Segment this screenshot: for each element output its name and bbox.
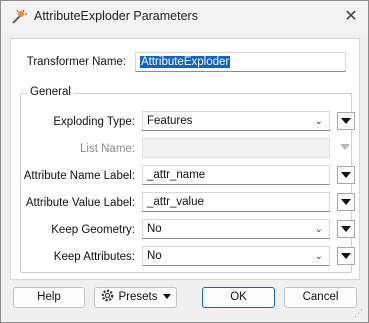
keep-geometry-label: Keep Geometry: <box>51 224 135 236</box>
list-name-input <box>142 138 330 158</box>
attr-name-menu-button[interactable] <box>337 166 355 184</box>
keep-geometry-select[interactable]: No ⌄ <box>142 219 330 239</box>
attr-name-value: _attr_name <box>147 169 206 181</box>
attr-value-menu-button[interactable] <box>337 193 355 211</box>
keep-attributes-label: Keep Attributes: <box>53 251 135 263</box>
transformer-icon <box>11 9 27 25</box>
attr-value-label: Attribute Value Label: <box>25 197 135 209</box>
chevron-down-icon: ⌄ <box>314 116 323 127</box>
triangle-down-icon <box>341 253 351 259</box>
triangle-down-icon <box>341 118 351 124</box>
transformer-name-label: Transformer Name: <box>26 56 126 68</box>
attr-value-input[interactable]: _attr_value <box>142 192 330 212</box>
transformer-name-input[interactable]: AttributeExploder <box>135 52 346 72</box>
general-group-label: General <box>27 86 74 98</box>
transformer-name-value: AttributeExploder <box>140 56 231 68</box>
keep-geometry-value: No <box>147 223 162 235</box>
keep-geometry-menu-button[interactable] <box>337 220 355 238</box>
exploding-type-value: Features <box>147 115 193 127</box>
exploding-type-menu-button[interactable] <box>337 112 355 130</box>
triangle-down-icon <box>341 172 351 178</box>
gear-icon <box>100 288 115 310</box>
attr-name-input[interactable]: _attr_name <box>142 165 330 185</box>
resize-grip-icon[interactable]: ⋰ <box>354 308 363 319</box>
attr-value-value: _attr_value <box>147 196 204 208</box>
triangle-down-icon <box>341 226 351 232</box>
ok-button[interactable]: OK <box>202 287 275 308</box>
general-group: General Exploding Type: Features ⌄ List … <box>20 86 355 273</box>
dialog-window: AttributeExploder Parameters ✕ Transform… <box>0 0 369 323</box>
exploding-type-select[interactable]: Features ⌄ <box>142 111 330 131</box>
triangle-down-icon <box>340 144 350 150</box>
window-title: AttributeExploder Parameters <box>34 9 198 23</box>
list-name-label: List Name: <box>80 143 135 155</box>
list-name-menu-button <box>337 139 355 157</box>
cancel-button[interactable]: Cancel <box>284 287 357 308</box>
attr-name-label: Attribute Name Label: <box>23 170 135 182</box>
keep-attributes-select[interactable]: No ⌄ <box>142 246 330 266</box>
chevron-down-icon: ⌄ <box>314 251 323 262</box>
help-button[interactable]: Help <box>13 287 85 308</box>
triangle-down-icon <box>341 199 351 205</box>
keep-attributes-menu-button[interactable] <box>337 247 355 265</box>
title-bar: AttributeExploder Parameters ✕ <box>1 1 368 33</box>
chevron-down-icon: ⌄ <box>314 224 323 235</box>
triangle-down-icon <box>162 294 171 299</box>
close-icon[interactable]: ✕ <box>340 6 362 28</box>
presets-label: Presets <box>118 291 158 303</box>
presets-button[interactable]: Presets <box>94 287 177 308</box>
parameters-panel: Transformer Name: AttributeExploder Gene… <box>10 38 360 280</box>
keep-attributes-value: No <box>147 250 162 262</box>
exploding-type-label: Exploding Type: <box>53 116 135 128</box>
